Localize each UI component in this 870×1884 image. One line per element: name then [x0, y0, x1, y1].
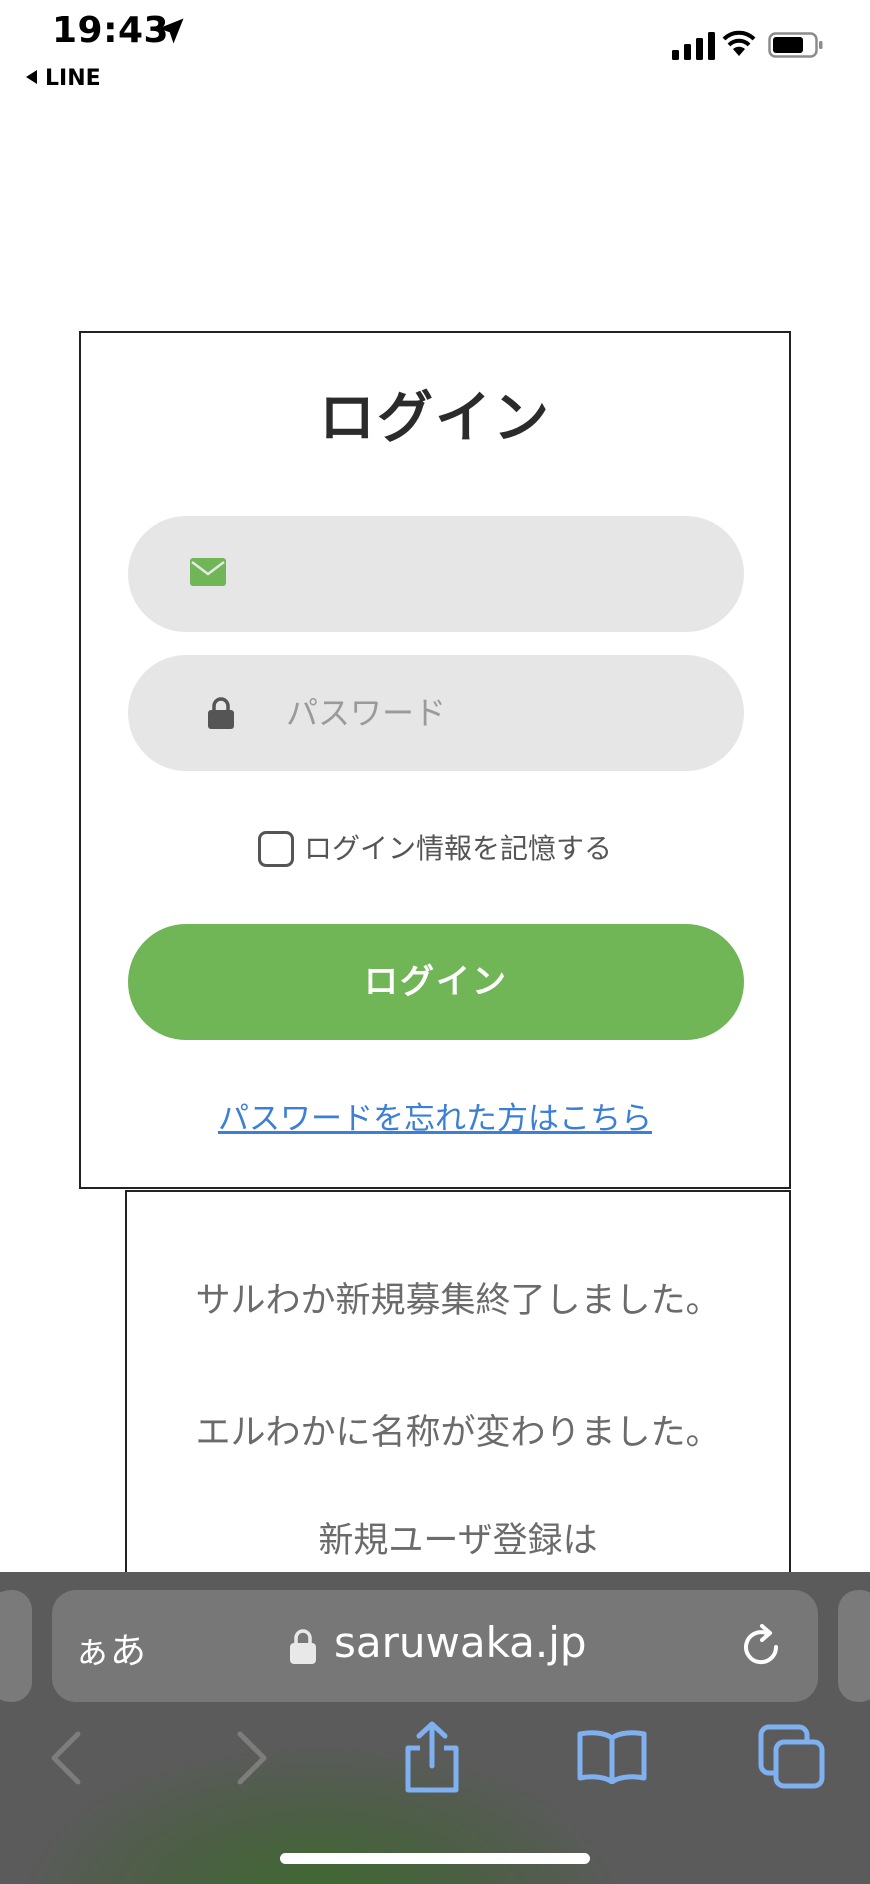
- email-field[interactable]: [128, 516, 744, 632]
- envelope-icon: [190, 558, 226, 586]
- forgot-password-link[interactable]: パスワードを忘れた方はこちら: [81, 1093, 789, 1138]
- signal-icon: [672, 32, 715, 60]
- back-triangle-icon: [26, 70, 37, 84]
- url-text[interactable]: saruwaka.jp: [334, 1618, 587, 1667]
- remember-me-label: ログイン情報を記憶する: [303, 832, 612, 865]
- forward-icon[interactable]: [232, 1728, 272, 1788]
- battery-icon: [768, 32, 823, 58]
- back-app-label: LINE: [45, 66, 101, 91]
- share-icon[interactable]: [402, 1720, 462, 1794]
- login-button[interactable]: ログイン: [128, 924, 744, 1040]
- notice-line: エルわかに名称が変わりました。: [195, 1413, 721, 1453]
- password-input[interactable]: [286, 655, 706, 771]
- remember-me-checkbox[interactable]: [257, 831, 294, 867]
- tabs-icon[interactable]: [758, 1724, 826, 1790]
- password-field[interactable]: [128, 655, 744, 771]
- home-indicator[interactable]: [280, 1853, 590, 1864]
- notice-card: サルわか新規募集終了しました。 エルわかに名称が変わりました。 新規ユーザ登録は: [125, 1190, 791, 1590]
- login-title: ログイン: [319, 386, 551, 451]
- wifi-icon: [722, 30, 756, 56]
- bookmarks-icon[interactable]: [576, 1728, 648, 1784]
- address-bar[interactable]: ぁあ saruwaka.jp: [52, 1590, 818, 1702]
- back-to-app-link[interactable]: LINE: [26, 66, 101, 91]
- notice-line: サルわか新規募集終了しました。: [195, 1281, 721, 1321]
- lock-icon: [208, 697, 234, 729]
- reload-icon[interactable]: [736, 1622, 786, 1672]
- previous-tab-preview[interactable]: [0, 1590, 32, 1702]
- login-card: ログイン ログイン情報を記憶する ログイン パスワードを忘れた方はこちら: [79, 331, 791, 1189]
- email-input[interactable]: [286, 516, 706, 632]
- status-time: 19:43: [52, 10, 170, 51]
- lock-icon: [290, 1629, 316, 1664]
- back-icon[interactable]: [46, 1728, 86, 1788]
- notice-line: 新規ユーザ登録は: [318, 1521, 598, 1561]
- text-size-button[interactable]: ぁあ: [74, 1622, 146, 1674]
- remember-me-row[interactable]: ログイン情報を記憶する: [81, 827, 789, 867]
- next-tab-preview[interactable]: [838, 1590, 870, 1702]
- location-arrow-icon: [158, 18, 184, 44]
